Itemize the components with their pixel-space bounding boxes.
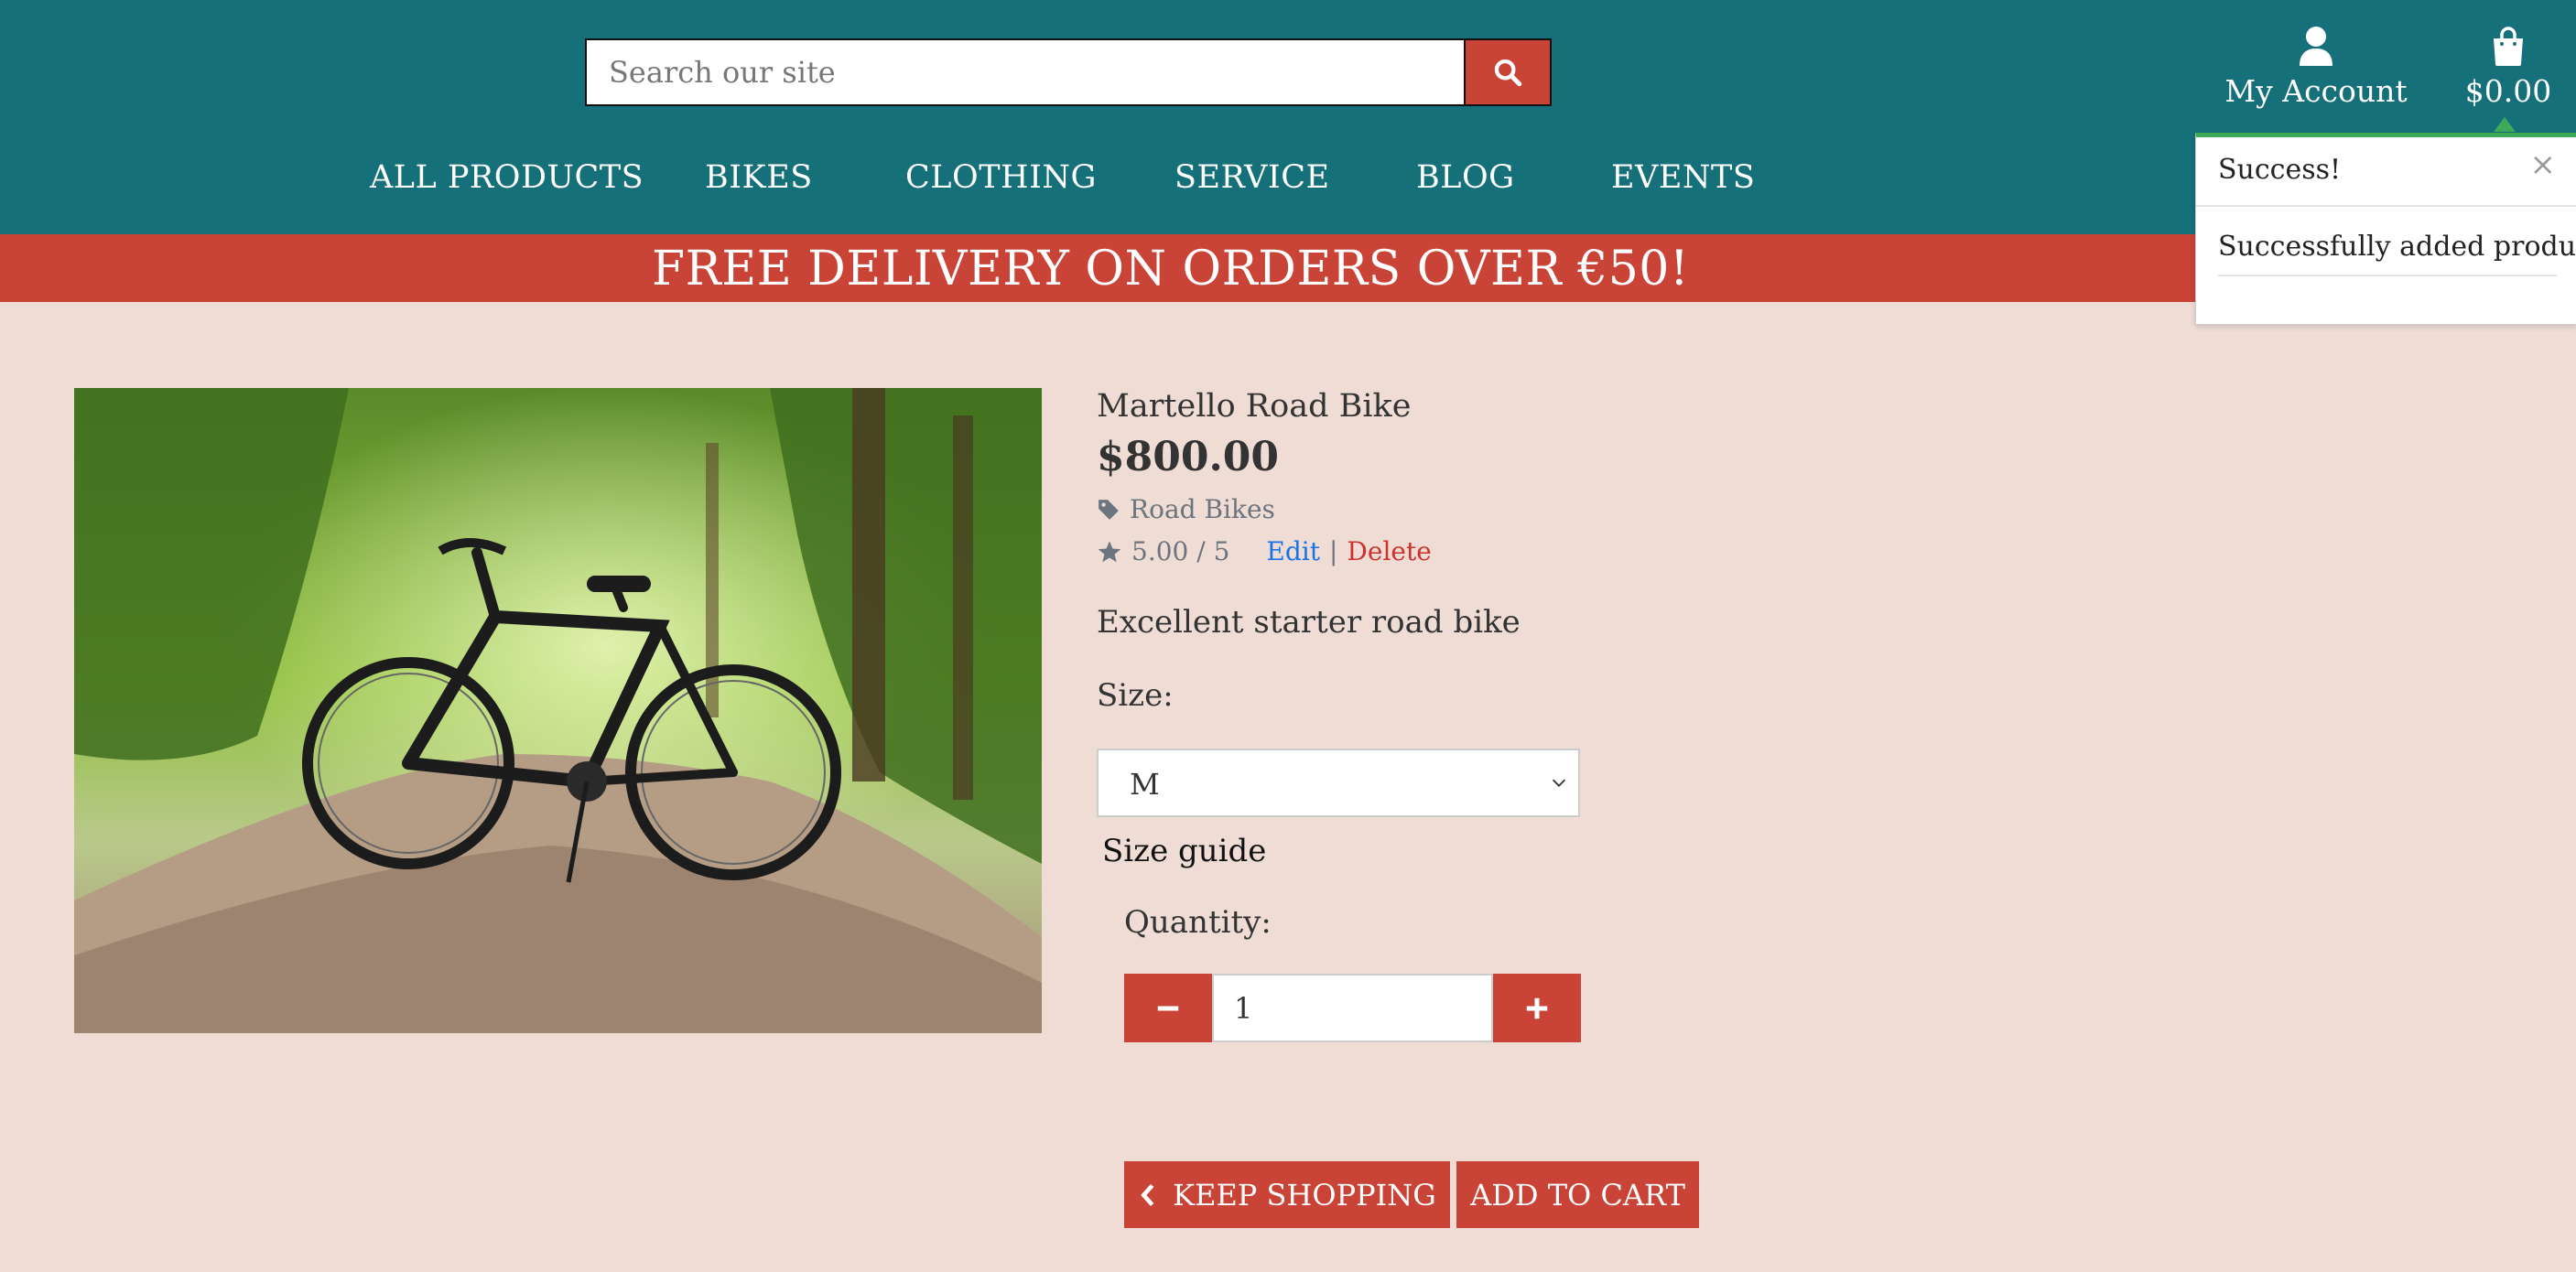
link-separator: | [1328, 536, 1338, 566]
rating-value: 5.00 / 5 [1131, 536, 1230, 566]
toast-title: Success! [2218, 154, 2342, 186]
quantity-decrease-button[interactable] [1124, 974, 1212, 1042]
delivery-banner-text: FREE DELIVERY ON ORDERS OVER €50! [652, 242, 1690, 296]
product-description: Excellent starter road bike [1097, 604, 1521, 641]
nav-blog[interactable]: BLOG [1416, 159, 1515, 196]
chevron-down-icon [1552, 779, 1566, 787]
size-guide-link[interactable]: Size guide [1102, 833, 1266, 869]
plus-icon [1526, 997, 1548, 1019]
shopping-bag-icon [2494, 27, 2523, 66]
search-button[interactable] [1464, 40, 1550, 104]
add-to-cart-button[interactable]: ADD TO CART [1456, 1161, 1699, 1228]
size-label: Size: [1097, 677, 1174, 714]
success-toast: Success! × Successfully added product! [2195, 133, 2576, 325]
product-price: $800.00 [1097, 434, 1280, 480]
product-name: Martello Road Bike [1097, 388, 1412, 425]
cart-link[interactable]: $0.00 [2453, 26, 2563, 109]
quantity-label: Quantity: [1124, 904, 1272, 941]
toast-arrow [2494, 117, 2516, 132]
category-label: Road Bikes [1130, 494, 1275, 524]
star-icon [1098, 540, 1121, 562]
quantity-increase-button[interactable] [1493, 974, 1581, 1042]
keep-shopping-button[interactable]: KEEP SHOPPING [1124, 1161, 1450, 1228]
chevron-left-icon [1141, 1183, 1154, 1206]
toast-message: Successfully added product! [2218, 231, 2576, 263]
bicycle-photo [74, 388, 1042, 1033]
close-icon[interactable]: × [2530, 146, 2557, 183]
product-rating-row: 5.00 / 5 Edit | Delete [1097, 536, 1432, 566]
product-category[interactable]: Road Bikes [1097, 494, 1275, 524]
cart-total: $0.00 [2464, 73, 2552, 109]
tag-icon [1099, 499, 1119, 520]
my-account-link[interactable]: My Account [2224, 26, 2408, 109]
size-selected-value: M [1130, 767, 1160, 802]
nav-clothing[interactable]: CLOTHING [905, 159, 1097, 196]
quantity-input[interactable] [1212, 974, 1493, 1042]
search-icon [1494, 59, 1522, 87]
my-account-label: My Account [2224, 73, 2408, 109]
size-select[interactable]: M [1097, 749, 1580, 817]
user-icon [2300, 27, 2332, 66]
toast-header: Success! × [2196, 137, 2576, 207]
minus-icon [1157, 1006, 1179, 1010]
search-form [585, 38, 1552, 106]
delivery-banner: FREE DELIVERY ON ORDERS OVER €50! [0, 234, 2576, 302]
delete-link[interactable]: Delete [1347, 536, 1431, 566]
edit-link[interactable]: Edit [1266, 536, 1320, 566]
keep-shopping-label: KEEP SHOPPING [1173, 1177, 1436, 1213]
nav-bikes[interactable]: BIKES [705, 159, 813, 196]
nav-events[interactable]: EVENTS [1611, 159, 1755, 196]
product-image [74, 388, 1042, 1033]
nav-service[interactable]: SERVICE [1174, 159, 1330, 196]
site-header: My Account $0.00 ALL PRODUCTS BIKES CLOT… [0, 0, 2576, 234]
toast-divider [2218, 275, 2557, 276]
search-input[interactable] [587, 40, 1464, 104]
nav-all-products[interactable]: ALL PRODUCTS [370, 159, 644, 196]
